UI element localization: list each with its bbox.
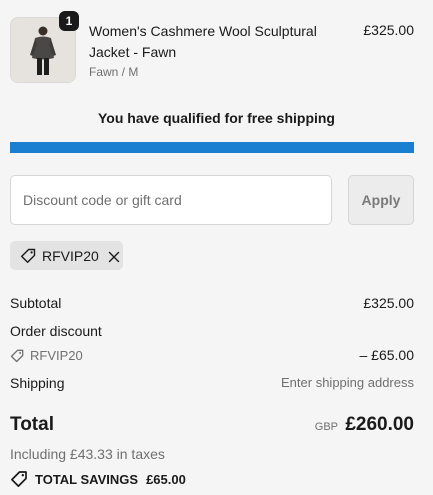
order-discount-value: – £65.00 (359, 347, 415, 363)
tag-icon (10, 470, 28, 488)
apply-button[interactable]: Apply (348, 175, 414, 225)
subtotal-label: Subtotal (10, 295, 62, 311)
progress-fill (10, 142, 414, 153)
discount-code-input[interactable] (10, 175, 332, 225)
total-savings: TOTAL SAVINGS £65.00 (10, 470, 186, 488)
currency-code: GBP (314, 421, 338, 433)
quantity-badge: 1 (59, 11, 79, 31)
tag-icon (10, 349, 24, 363)
total-value: £260.00 (345, 414, 414, 435)
tag-icon (20, 248, 36, 264)
product-name: Women's Cashmere Wool Sculptural Jacket … (89, 23, 317, 60)
applied-discount-tag: RFVIP20 (10, 241, 123, 270)
order-discount-code-text: RFVIP20 (30, 348, 83, 363)
product-variant: Fawn / M (89, 65, 139, 79)
applied-code-text: RFVIP20 (42, 247, 99, 264)
shipping-value: Enter shipping address (281, 375, 414, 390)
free-shipping-message: You have qualified for free shipping (98, 110, 335, 126)
order-discount-code: RFVIP20 (10, 348, 83, 363)
tax-note: Including £43.33 in taxes (10, 446, 165, 462)
shipping-label: Shipping (10, 375, 65, 391)
subtotal-value: £325.00 (363, 295, 414, 311)
total-savings-value: £65.00 (146, 471, 186, 487)
order-discount-label: Order discount (10, 323, 102, 339)
free-shipping-progress-bar (10, 142, 414, 153)
total-savings-label: TOTAL SAVINGS (35, 471, 139, 487)
product-price: £325.00 (363, 22, 414, 38)
total-label: Total (10, 414, 54, 435)
close-icon[interactable] (108, 250, 120, 262)
